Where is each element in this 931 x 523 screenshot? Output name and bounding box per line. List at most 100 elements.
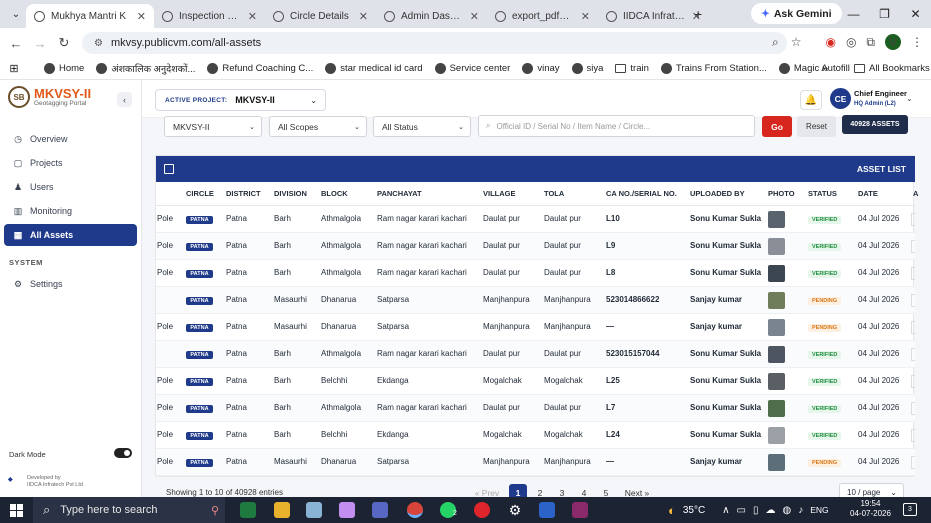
user-menu-chevron-icon[interactable]: ⌄ [906,94,913,103]
table-row[interactable]: Pole PATNA Patna Barh Belchhi Ekdanga Mogalcha… [156,368,915,395]
photo-thumbnail[interactable] [768,292,785,309]
dark-mode-toggle[interactable] [114,448,132,458]
restore-icon[interactable]: ❐ [869,0,900,28]
back-icon[interactable]: ← [4,36,28,51]
column-header[interactable]: A [913,189,918,198]
url-field[interactable]: ⚙ mkvsy.publicvm.com/all-assets [82,32,787,54]
photo-thumbnail[interactable] [768,319,785,336]
column-header[interactable]: CA NO./SERIAL NO. [606,189,677,198]
table-row[interactable]: Pole PATNA Patna Masaurhi Dhanarua Satparsa Ma… [156,314,915,341]
clock[interactable]: 19:54 04-07-2026 [850,499,891,519]
chrome-icon[interactable] [407,502,423,518]
status-filter-select[interactable]: All Status ⌄ [373,116,471,137]
bookmarks-overflow-icon[interactable]: » [822,63,828,75]
extensions-puzzle-icon[interactable]: ⧉ [866,35,875,50]
word-icon[interactable] [539,502,555,518]
row-action-edge[interactable] [911,240,915,253]
table-row[interactable]: Pole PATNA Patna Barh Belchhi Ekdanga Mogalcha… [156,422,915,449]
all-bookmarks-button[interactable]: All Bookmarks [848,63,931,74]
reload-icon[interactable]: ↻ [52,35,76,51]
row-action-edge[interactable] [911,213,915,226]
excel-icon[interactable] [240,502,256,518]
browser-tab[interactable]: export_pdf_waive ✕ [487,4,598,28]
bookmark-item[interactable]: vinay [516,62,565,75]
photo-thumbnail[interactable] [768,454,785,471]
meet-icon[interactable]: ▭ [737,505,746,516]
ask-gemini-button[interactable]: ✦ Ask Gemini [751,3,842,24]
zoom-icon[interactable]: ⌕ [772,35,779,50]
collapse-sidebar-button[interactable]: ‹ [117,92,132,107]
network-icon[interactable]: ◍ [783,505,792,516]
settings-gear-icon[interactable]: ⚙ [507,502,523,518]
user-avatar[interactable]: CE [830,88,851,109]
active-project-selector[interactable]: ACTIVE PROJECT: MKVSY-II ⌄ [155,89,326,111]
browser-tab[interactable]: Mukhya Mantri K ✕ [26,4,154,28]
language-indicator[interactable]: ENG [810,505,828,515]
row-action-edge[interactable] [911,456,915,469]
volume-icon[interactable]: ♪ [798,505,803,516]
column-header[interactable]: UPLOADED BY [690,189,745,198]
forward-icon[interactable]: → [28,36,52,51]
sidebar-item-settings[interactable]: ⚙ Settings [4,273,137,295]
table-row[interactable]: Pole PATNA Patna Barh Athmalgola Ram nagar ka… [156,233,915,260]
table-row[interactable]: PATNA Patna Barh Athmalgola Ram nagar karari… [156,341,915,368]
notes-app-icon[interactable] [306,502,322,518]
table-row[interactable]: Pole PATNA Patna Barh Athmalgola Ram nagar ka… [156,260,915,287]
app-logo[interactable]: SB MKVSY-II Geotagging Portal [8,86,91,108]
tab-search-icon[interactable]: ⌄ [8,6,24,22]
apps-grid-icon[interactable]: ⊞ [0,62,28,75]
sidebar-item-projects[interactable]: ▢ Projects [4,152,137,174]
bookmark-item[interactable]: Magic Autofill [773,62,856,75]
table-row[interactable]: PATNA Patna Masaurhi Dhanarua Satparsa Manjha… [156,287,915,314]
sidebar-item-monitoring[interactable]: ▥ Monitoring [4,200,137,222]
photo-thumbnail[interactable] [768,427,785,444]
column-header[interactable]: PANCHAYAT [377,189,422,198]
column-header[interactable]: DATE [858,189,878,198]
new-tab-plus-icon[interactable]: + [694,6,702,22]
profile-avatar[interactable]: V [885,34,901,50]
opera-icon[interactable] [474,502,490,518]
site-info-icon[interactable]: ⚙ [94,38,103,49]
minimize-icon[interactable]: — [838,0,869,28]
tab-close-icon[interactable]: ✕ [470,10,479,23]
bookmark-item[interactable]: अंशकालिक अनुदेशकों... [90,62,201,75]
reset-button[interactable]: Reset [797,116,836,137]
close-window-icon[interactable]: ✕ [900,0,931,28]
column-header[interactable]: TOLA [544,189,564,198]
notification-bell-icon[interactable]: 🔔 [800,90,822,110]
copilot-icon[interactable] [339,502,355,518]
photo-thumbnail[interactable] [768,265,785,282]
tab-close-icon[interactable]: ✕ [137,10,146,23]
row-action-edge[interactable] [911,294,915,307]
row-action-edge[interactable] [911,429,915,442]
photo-thumbnail[interactable] [768,400,785,417]
notifications-icon[interactable]: 3 [903,503,917,516]
bookmark-item[interactable]: train [609,62,654,75]
battery-icon[interactable]: ▯ [753,505,759,516]
table-row[interactable]: Pole PATNA Patna Barh Athmalgola Ram nagar ka… [156,206,915,233]
tab-close-icon[interactable]: ✕ [359,10,368,23]
bookmark-item[interactable]: siya [566,62,610,75]
bookmark-item[interactable]: Home [38,62,90,75]
table-row[interactable]: Pole PATNA Patna Barh Athmalgola Ram nagar ka… [156,395,915,422]
onedrive-icon[interactable]: ☁ [766,505,776,516]
column-header[interactable]: PHOTO [768,189,795,198]
row-action-edge[interactable] [911,375,915,388]
tab-close-icon[interactable]: ✕ [581,10,590,23]
go-button[interactable]: Go [762,116,792,137]
bookmark-star-icon[interactable]: ☆ [791,35,802,49]
globe-extension-icon[interactable]: ◎ [846,35,856,49]
row-action-edge[interactable] [911,348,915,361]
project-filter-select[interactable]: MKVSY-II ⌄ [164,116,262,137]
windows-start-icon[interactable] [0,497,32,523]
file-explorer-icon[interactable] [274,502,290,518]
table-toggle-icon[interactable] [164,164,174,174]
browser-tab[interactable]: IIDCA Infratech P✕ [598,4,709,28]
bookmark-item[interactable]: Refund Coaching C... [201,62,319,75]
bookmark-item[interactable]: Service center [429,62,517,75]
column-header[interactable]: BLOCK [321,189,348,198]
bookmark-item[interactable]: star medical id card [319,62,428,75]
browser-tab[interactable]: Admin Dashboar ✕ [376,4,487,28]
photo-thumbnail[interactable] [768,346,785,363]
video-editor-icon[interactable] [372,502,388,518]
